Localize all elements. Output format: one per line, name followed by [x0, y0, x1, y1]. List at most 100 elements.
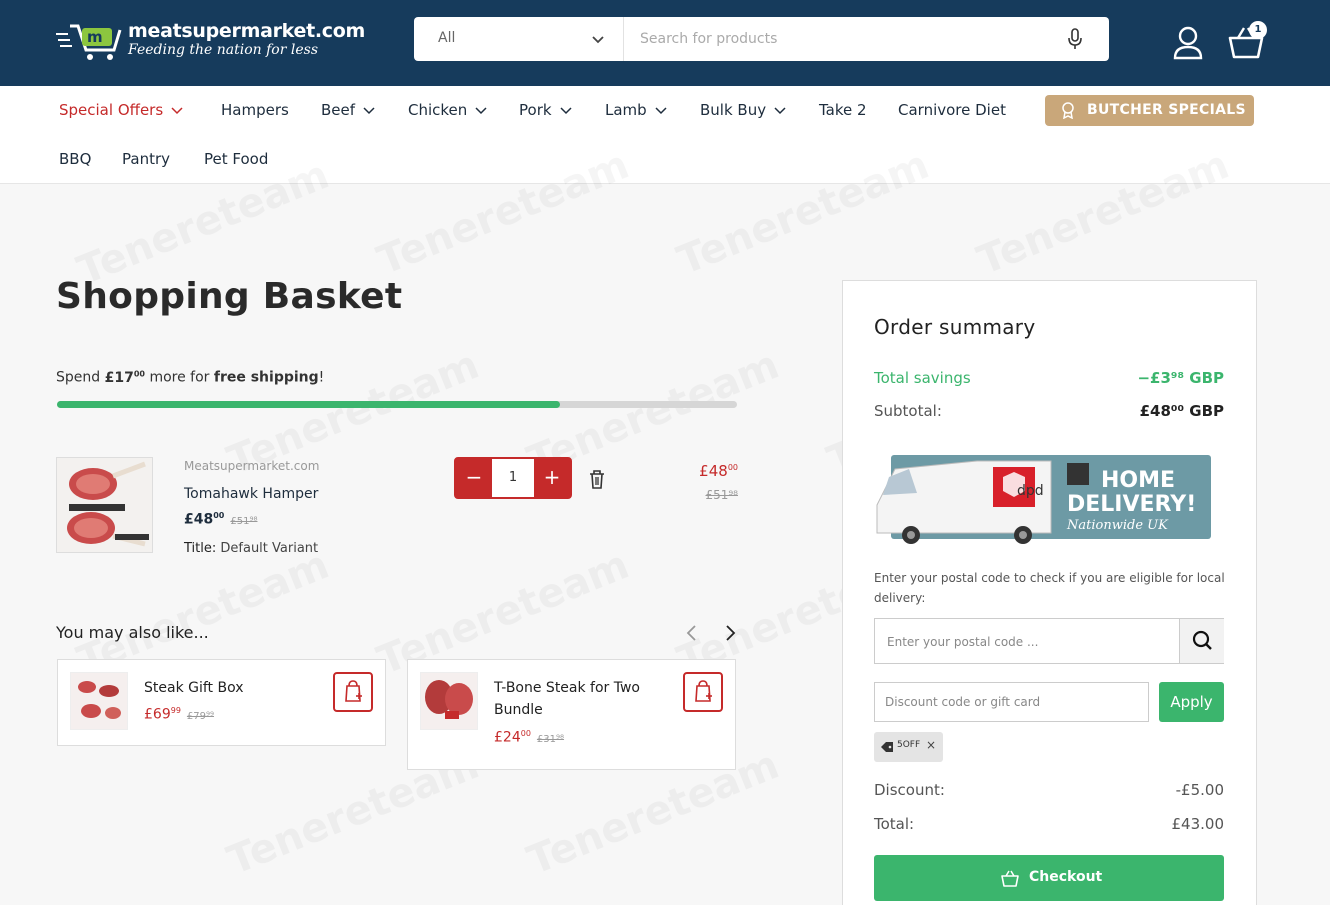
nav-label: Hampers [221, 101, 289, 119]
main-navigation: Special Offers Hampers Beef Chicken Pork… [0, 86, 1330, 184]
savings-label: Total savings [874, 369, 971, 387]
logo-tagline: Feeding the nation for less [128, 42, 319, 58]
discount-label: Discount: [874, 781, 945, 799]
cart-count-badge: 1 [1249, 21, 1267, 39]
svg-text:m: m [87, 28, 103, 46]
postal-code-input[interactable] [887, 627, 1167, 657]
nav-label: BBQ [59, 150, 92, 168]
line-price-main: £48 [699, 462, 728, 480]
nav-hampers[interactable]: Hampers [221, 101, 289, 119]
nav-bulk-buy[interactable]: Bulk Buy [700, 101, 786, 119]
tomahawk-steak-icon [57, 458, 152, 552]
chevron-down-icon [560, 106, 572, 114]
decrease-quantity-button[interactable]: − [456, 459, 492, 497]
chevron-down-icon [171, 106, 183, 114]
nav-beef[interactable]: Beef [321, 101, 375, 119]
amount-main: £17 [104, 369, 134, 386]
recommendation-name[interactable]: Steak Gift Box [144, 677, 244, 699]
butcher-specials-button[interactable]: BUTCHER SPECIALS [1045, 95, 1254, 126]
nav-label: Take 2 [819, 101, 867, 119]
shipping-amount: £1700 [104, 369, 145, 386]
rec-compare-price: £31⁹⁸ [536, 733, 565, 745]
dpd-heading-delivery: DELIVERY! [1067, 492, 1196, 517]
nav-pantry[interactable]: Pantry [122, 150, 170, 168]
chevron-left-icon[interactable] [684, 624, 700, 642]
recommendations-title: You may also like... [56, 623, 209, 642]
product-price: £4800 £51⁹⁸ [184, 511, 257, 528]
discount-value: -£5.00 [1175, 781, 1224, 799]
nav-label: Carnivore Diet [898, 101, 1006, 119]
dpd-heading-home: HOME [1101, 468, 1175, 493]
discount-code-input[interactable] [874, 682, 1149, 722]
add-to-basket-button[interactable] [333, 672, 373, 712]
quantity-value[interactable]: 1 [492, 459, 534, 497]
dpd-subheading: Nationwide UK [1066, 518, 1169, 533]
site-logo[interactable]: m meatsupermarket.com Feeding the nation… [56, 18, 366, 68]
recommendation-name[interactable]: T-Bone Steak for Two Bundle [494, 677, 674, 721]
remove-discount-icon[interactable]: × [926, 738, 936, 752]
nav-lamb[interactable]: Lamb [605, 101, 667, 119]
nav-label: Chicken [408, 101, 468, 119]
shipping-bold: free shipping [213, 369, 319, 386]
nav-bbq[interactable]: BBQ [59, 150, 91, 168]
shipping-prefix: Spend [56, 369, 101, 386]
dpd-home-delivery-banner: dpd HOME DELIVERY! Nationwide UK [876, 455, 1211, 544]
postal-code-field [874, 618, 1224, 664]
order-summary-title: Order summary [874, 315, 1036, 339]
shipping-progress-bar [57, 401, 737, 408]
rec-compare-price: £79⁹⁹ [186, 710, 215, 722]
page-title: Shopping Basket [56, 276, 403, 317]
butcher-specials-label: BUTCHER SPECIALS [1087, 102, 1246, 118]
nav-chicken[interactable]: Chicken [408, 101, 487, 119]
bag-plus-icon [695, 680, 712, 702]
nav-pork[interactable]: Pork [519, 101, 572, 119]
search-input[interactable] [640, 23, 1040, 55]
nav-label: Beef [321, 101, 356, 119]
nav-special-offers[interactable]: Special Offers [59, 101, 183, 119]
shipping-middle: more for [149, 369, 210, 386]
account-icon[interactable] [1172, 26, 1204, 60]
nav-label: Special Offers [59, 101, 164, 119]
order-summary-panel: Order summary Total savings −£3⁹⁸ GBP Su… [842, 280, 1257, 905]
nav-carnivore-diet[interactable]: Carnivore Diet [898, 101, 1006, 119]
trash-icon[interactable] [588, 469, 606, 489]
increase-quantity-button[interactable]: + [534, 459, 570, 497]
quantity-stepper: − 1 + [454, 457, 572, 499]
chevron-down-icon [592, 36, 604, 44]
nav-label: Pork [519, 101, 552, 119]
recommendation-card[interactable]: Steak Gift Box £6999 £79⁹⁹ [57, 659, 386, 746]
product-image-tomahawk[interactable] [56, 457, 153, 553]
product-variant: Title: Default Variant [184, 541, 318, 556]
nav-label: Lamb [605, 101, 647, 119]
microphone-icon[interactable] [1066, 28, 1084, 50]
savings-value: −£3⁹⁸ GBP [1137, 369, 1224, 387]
t-bone-steak-icon [421, 673, 477, 729]
steak-box-icon [71, 673, 127, 729]
chevron-down-icon [774, 106, 786, 114]
rec-price-sup: 00 [520, 729, 531, 738]
total-value: £43.00 [1171, 815, 1225, 833]
search-icon [1192, 630, 1212, 650]
shipping-progress-fill [57, 401, 561, 408]
nav-label: Pantry [122, 150, 170, 168]
nav-label: Bulk Buy [700, 101, 767, 119]
subtotal-value: £48⁰⁰ GBP [1139, 402, 1224, 420]
total-label: Total: [874, 815, 915, 833]
product-image-steak-gift-box [70, 672, 128, 730]
nav-pet-food[interactable]: Pet Food [204, 150, 268, 168]
recommendation-card[interactable]: T-Bone Steak for Two Bundle £2400 £31⁹⁸ [407, 659, 736, 770]
nav-take-2[interactable]: Take 2 [819, 101, 867, 119]
rec-price-sup: 99 [170, 706, 181, 715]
chevron-right-icon[interactable] [722, 624, 738, 642]
applied-code: 5OFF [897, 740, 921, 750]
variant-label: Title: [184, 541, 217, 556]
checkout-button[interactable]: Checkout [874, 855, 1224, 901]
line-item-price: £4800 [660, 462, 738, 480]
rec-price-main: £69 [144, 706, 171, 723]
postal-search-button[interactable] [1179, 619, 1224, 663]
search-category-select[interactable]: All [414, 17, 624, 61]
apply-discount-button[interactable]: Apply [1159, 682, 1224, 722]
add-to-basket-button[interactable] [683, 672, 723, 712]
product-vendor: Meatsupermarket.com [184, 459, 320, 473]
product-name[interactable]: Tomahawk Hamper [184, 486, 318, 502]
